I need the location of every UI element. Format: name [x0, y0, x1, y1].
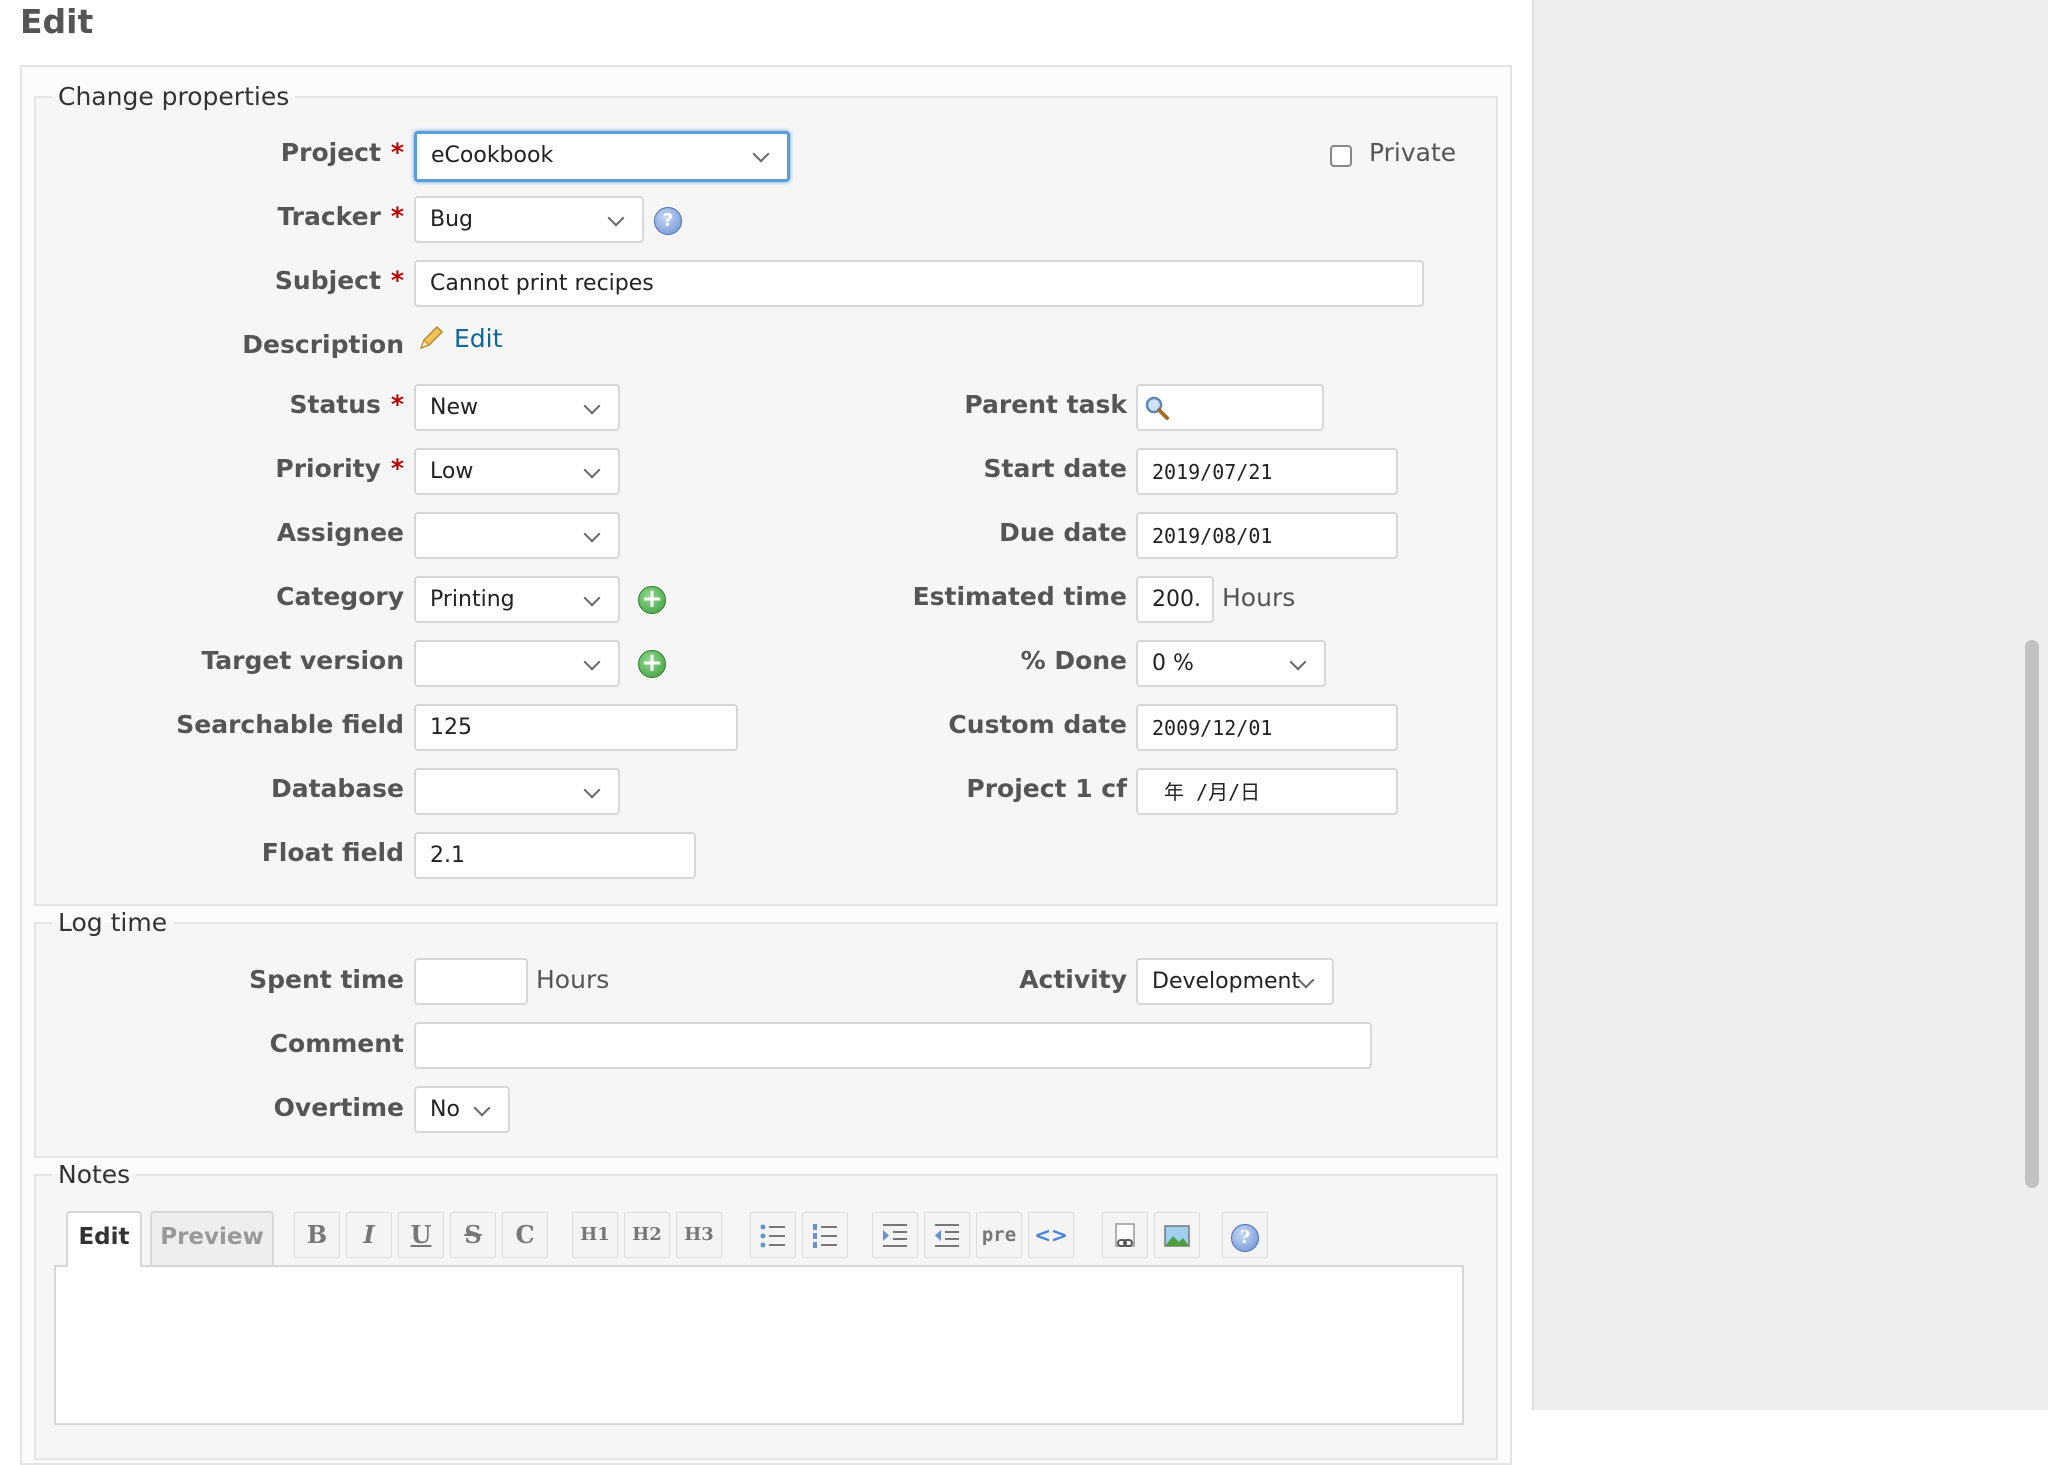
due-date-label: Due date [999, 518, 1127, 547]
priority-select[interactable]: Low [414, 448, 620, 495]
image-icon [1164, 1225, 1190, 1247]
project-select[interactable]: eCookbook [414, 131, 790, 182]
status-select[interactable]: New [414, 384, 620, 431]
assignee-select[interactable] [414, 512, 620, 559]
spent-time-input[interactable] [414, 958, 528, 1005]
start-date-input[interactable]: 2019/07/21 [1136, 448, 1398, 495]
pre-button[interactable]: pre [976, 1212, 1022, 1258]
notes-legend: Notes [58, 1160, 131, 1189]
comment-label: Comment [269, 1029, 404, 1058]
add-version-icon[interactable]: + [638, 650, 666, 678]
tab-preview[interactable]: Preview [150, 1211, 274, 1265]
description-edit-link[interactable]: Edit [454, 321, 502, 357]
overtime-label: Overtime [273, 1093, 404, 1122]
blockquote-button[interactable] [872, 1212, 918, 1258]
description-label: Description [242, 330, 404, 359]
custom-date-label: Custom date [948, 710, 1127, 739]
log-time-legend: Log time [58, 908, 168, 937]
h3-button[interactable]: H3 [676, 1212, 722, 1258]
bold-button[interactable]: B [294, 1212, 340, 1258]
project-label: Project * [280, 138, 404, 167]
float-field-label: Float field [261, 838, 404, 867]
ordered-list-button[interactable] [802, 1212, 848, 1258]
comment-input[interactable] [414, 1022, 1372, 1069]
spent-time-label: Spent time [249, 965, 404, 994]
private-label: Private [1369, 138, 1457, 167]
unordered-list-button[interactable] [750, 1212, 796, 1258]
search-icon [1145, 396, 1169, 420]
underline-button[interactable]: U [398, 1212, 444, 1258]
unquote-button[interactable] [924, 1212, 970, 1258]
due-date-input[interactable]: 2019/08/01 [1136, 512, 1398, 559]
unordered-list-icon [760, 1224, 785, 1248]
searchable-field-label: Searchable field [176, 710, 404, 739]
tab-edit[interactable]: Edit [66, 1211, 142, 1267]
overtime-select[interactable]: No [414, 1086, 510, 1133]
spent-time-unit: Hours [536, 965, 610, 994]
subject-input[interactable]: Cannot print recipes [414, 260, 1424, 307]
private-checkbox[interactable] [1330, 145, 1352, 167]
page-title: Edit [20, 2, 94, 41]
searchable-field-input[interactable]: 125 [414, 704, 738, 751]
category-label: Category [276, 582, 404, 611]
pencil-icon [419, 325, 444, 350]
estimated-time-label: Estimated time [912, 582, 1127, 611]
custom-date-input[interactable]: 2009/12/01 [1136, 704, 1398, 751]
italic-button[interactable]: I [346, 1212, 392, 1258]
quote-icon [883, 1224, 907, 1247]
activity-label: Activity [1019, 965, 1127, 994]
project-cf-input[interactable]: 年 /月/日 [1136, 768, 1398, 815]
help-icon: ? [1231, 1224, 1259, 1252]
sidebar [1532, 0, 2048, 1410]
add-category-icon[interactable]: + [638, 586, 666, 614]
h1-button[interactable]: H1 [572, 1212, 618, 1258]
estimated-time-unit: Hours [1222, 583, 1296, 612]
change-properties-legend: Change properties [58, 82, 290, 111]
subject-label: Subject * [274, 266, 404, 295]
float-field-input[interactable]: 2.1 [414, 832, 696, 879]
database-label: Database [270, 774, 404, 803]
image-button[interactable] [1154, 1212, 1200, 1258]
priority-label: Priority * [275, 454, 404, 483]
estimated-time-input[interactable]: 200. [1136, 576, 1214, 623]
h2-button[interactable]: H2 [624, 1212, 670, 1258]
target-version-label: Target version [201, 646, 404, 675]
link-button[interactable] [1102, 1212, 1148, 1258]
category-select[interactable]: Printing [414, 576, 620, 623]
strike-button[interactable]: S [450, 1212, 496, 1258]
notes-textarea[interactable] [54, 1265, 1464, 1425]
project-cf-label: Project 1 cf [966, 774, 1127, 803]
help-button[interactable]: ? [1222, 1212, 1268, 1258]
tracker-select[interactable]: Bug [414, 196, 644, 243]
parent-task-label: Parent task [964, 390, 1127, 419]
assignee-label: Assignee [276, 518, 404, 547]
target-version-select[interactable] [414, 640, 620, 687]
inline-code-button[interactable]: <> [1028, 1212, 1074, 1258]
tracker-label: Tracker * [277, 202, 404, 231]
ordered-list-icon [813, 1224, 837, 1248]
link-icon [1115, 1223, 1135, 1247]
start-date-label: Start date [983, 454, 1127, 483]
code-button[interactable]: C [502, 1212, 548, 1258]
scrollbar-thumb[interactable] [2025, 640, 2039, 1188]
database-select[interactable] [414, 768, 620, 815]
unquote-icon [935, 1224, 959, 1247]
done-ratio-select[interactable]: 0 % [1136, 640, 1326, 687]
status-label: Status * [289, 390, 404, 419]
activity-select[interactable]: Development [1136, 958, 1334, 1005]
done-ratio-label: % Done [1020, 646, 1127, 675]
help-icon[interactable]: ? [654, 207, 682, 235]
